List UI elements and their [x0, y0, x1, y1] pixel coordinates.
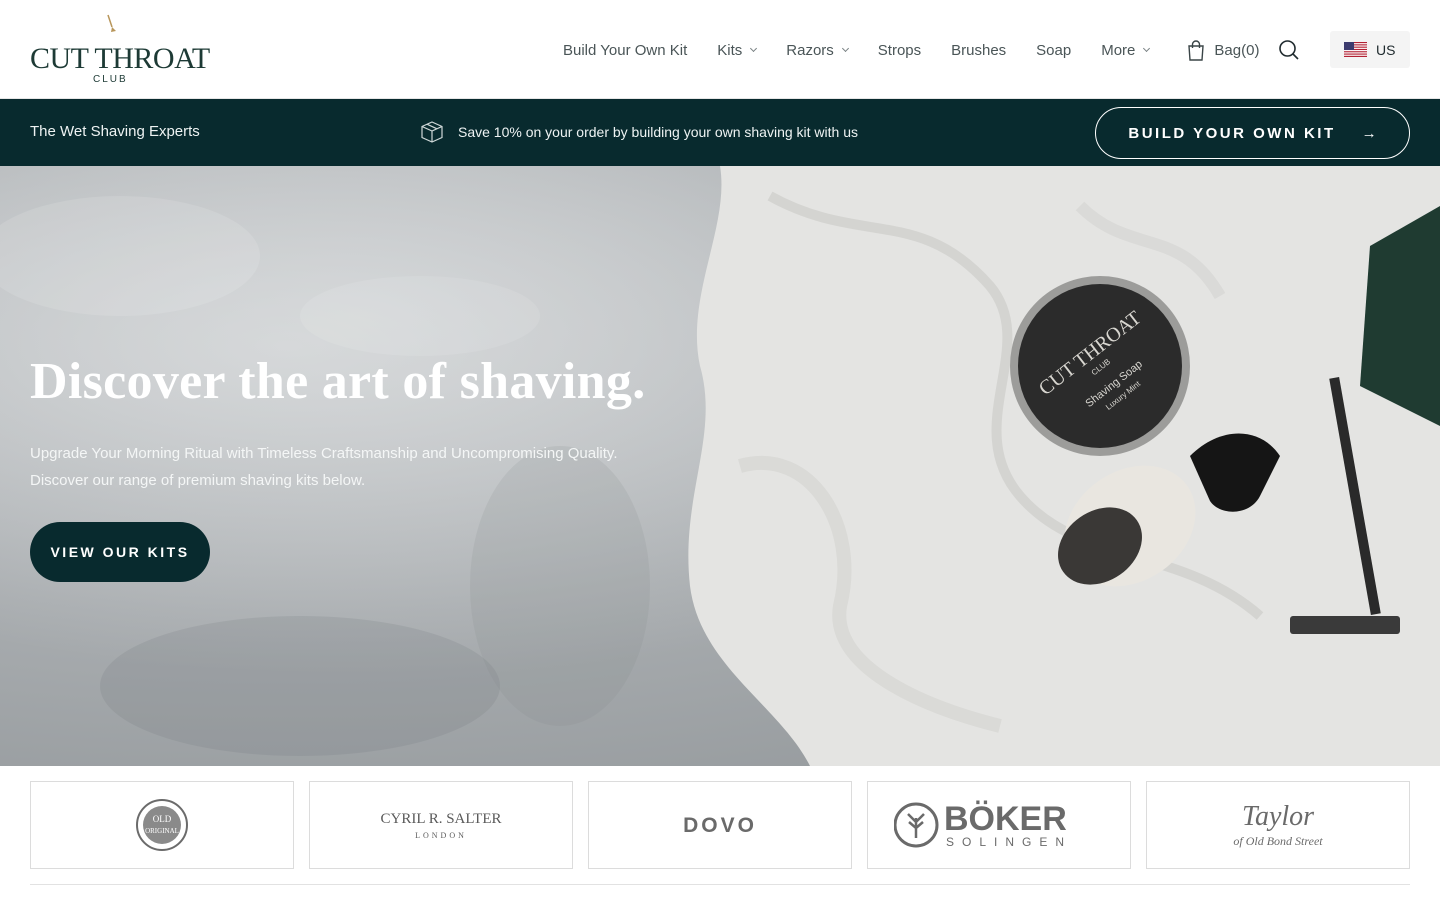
announcement-bar: The Wet Shaving Experts Save 10% on your… — [0, 99, 1440, 166]
nav-kits[interactable]: Kits — [717, 38, 758, 62]
cyril-r-salter-logo: CYRIL R. SALTER LONDON — [381, 811, 502, 840]
svg-text:Taylor: Taylor — [1242, 801, 1314, 832]
hero-description: Upgrade Your Morning Ritual with Timeles… — [30, 440, 670, 494]
arrow-right-icon: → — [1361, 124, 1377, 142]
search-icon — [1279, 40, 1299, 60]
view-our-kits-button[interactable]: VIEW OUR KITS — [30, 522, 210, 582]
brand-strip: OLD ORIGINAL CYRIL R. SALTER LONDON DOVO… — [30, 781, 1410, 869]
razor-mark-icon — [107, 14, 116, 32]
product-still-life: CUT THROAT CLUB Shaving Soap Luxury Mint — [688, 166, 1440, 766]
build-your-own-kit-button[interactable]: BUILD YOUR OWN KIT → — [1095, 107, 1410, 159]
promo-text: Save 10% on your order by building your … — [458, 124, 858, 140]
nav-build-your-own-kit[interactable]: Build Your Own Kit — [563, 38, 687, 62]
boker-logo: BÖKER SOLINGEN — [894, 800, 1072, 849]
svg-text:of Old Bond Street: of Old Bond Street — [1233, 834, 1323, 848]
svg-text:BÖKER: BÖKER — [944, 800, 1067, 838]
dovo-logo: DOVO — [683, 814, 757, 837]
nav-label: Kits — [717, 41, 743, 59]
region-label: US — [1376, 41, 1396, 58]
nav-label: More — [1101, 41, 1136, 59]
logo-title: CUT THROAT — [30, 42, 210, 75]
svg-text:CYRIL R. SALTER: CYRIL R. SALTER — [381, 811, 502, 827]
logo-subtitle: CLUB — [93, 74, 128, 85]
main-nav: Build Your Own Kit Kits Razors Strops Br… — [563, 38, 1259, 62]
chevron-down-icon — [1143, 44, 1151, 52]
hero-description-line: Discover our range of premium shaving ki… — [30, 472, 366, 489]
brand-card-taylor[interactable]: Taylor of Old Bond Street — [1146, 781, 1410, 869]
svg-text:OLD: OLD — [153, 814, 172, 824]
tagline: The Wet Shaving Experts — [30, 123, 200, 140]
button-label: BUILD YOUR OWN KIT — [1128, 124, 1336, 142]
nav-strops[interactable]: Strops — [878, 38, 921, 62]
nav-more[interactable]: More — [1101, 38, 1151, 62]
svg-text:DOVO: DOVO — [683, 814, 757, 837]
bag-count: (0) — [1241, 41, 1260, 59]
promo-message: Save 10% on your order by building your … — [420, 121, 858, 143]
region-selector[interactable]: US — [1330, 31, 1410, 68]
old-original-logo: OLD ORIGINAL — [136, 799, 188, 851]
brand-card-old-original[interactable]: OLD ORIGINAL — [30, 781, 294, 869]
nav-brushes[interactable]: Brushes — [951, 38, 1006, 62]
hero-banner: CUT THROAT CLUB Shaving Soap Luxury Mint… — [0, 166, 1440, 766]
brand-card-boker[interactable]: BÖKER SOLINGEN — [867, 781, 1131, 869]
section-divider — [30, 884, 1410, 885]
bag-label: Bag — [1214, 41, 1242, 59]
nav-label: Razors — [786, 41, 834, 59]
svg-text:LONDON: LONDON — [415, 831, 467, 840]
bag-button[interactable]: Bag (0) — [1187, 39, 1260, 61]
nav-label: Soap — [1036, 41, 1072, 59]
chevron-down-icon — [841, 44, 849, 52]
box-icon — [421, 121, 443, 143]
search-button[interactable] — [1278, 39, 1300, 61]
nav-label: Build Your Own Kit — [563, 41, 688, 59]
chevron-down-icon — [750, 44, 758, 52]
brand-card-cyril-r-salter[interactable]: CYRIL R. SALTER LONDON — [309, 781, 573, 869]
svg-text:ORIGINAL: ORIGINAL — [145, 827, 179, 835]
us-flag-icon — [1344, 42, 1367, 57]
hero-description-line: Upgrade Your Morning Ritual with Timeles… — [30, 445, 618, 462]
nav-soap[interactable]: Soap — [1036, 38, 1071, 62]
taylor-logo: Taylor of Old Bond Street — [1233, 801, 1323, 848]
nav-label: Strops — [877, 41, 922, 59]
nav-label: Brushes — [951, 41, 1007, 59]
site-logo[interactable]: CUT THROAT CLUB — [30, 14, 210, 86]
svg-text:SOLINGEN: SOLINGEN — [946, 835, 1072, 849]
hero-title: Discover the art of shaving. — [30, 353, 646, 410]
site-header: CUT THROAT CLUB Build Your Own Kit Kits … — [0, 0, 1440, 99]
bag-icon — [1188, 39, 1205, 61]
brand-card-dovo[interactable]: DOVO — [588, 781, 852, 869]
nav-razors[interactable]: Razors — [786, 38, 849, 62]
